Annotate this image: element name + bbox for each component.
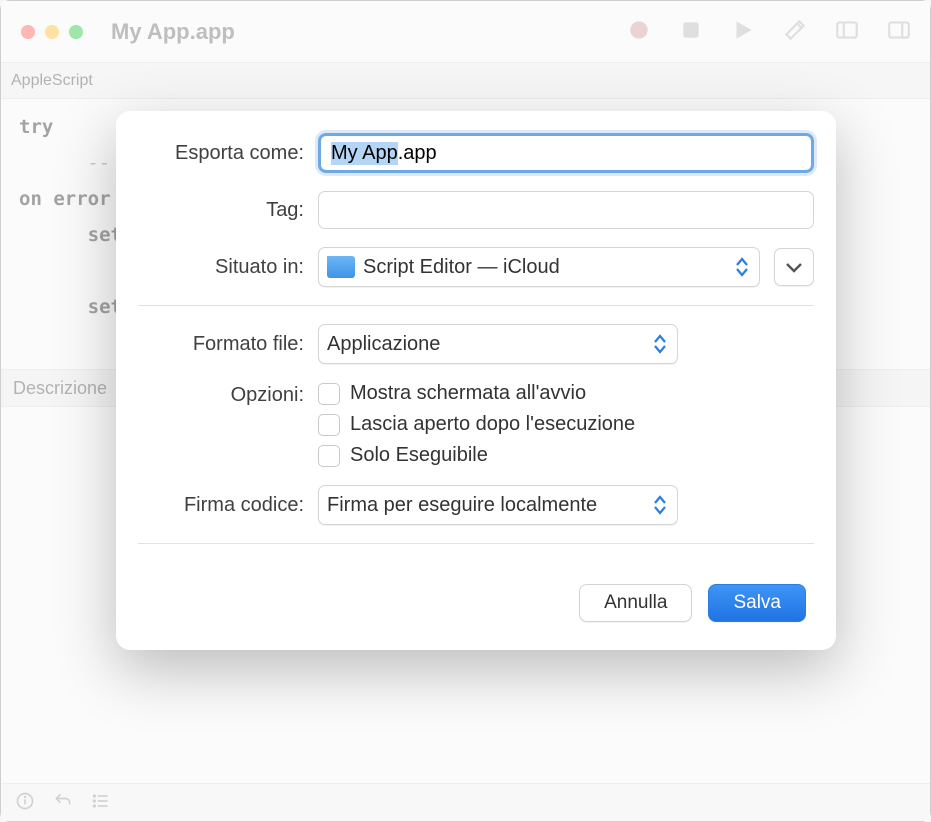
code-keyword: on error (19, 188, 111, 210)
location-label: Situato in: (138, 256, 318, 279)
run-icon[interactable] (730, 17, 756, 46)
location-popup[interactable]: Script Editor — iCloud (318, 247, 760, 287)
updown-icon (649, 334, 671, 354)
codesign-value: Firma per eseguire localmente (327, 494, 597, 517)
stay-open-label: Lascia aperto dopo l'esecuzione (350, 413, 635, 436)
folder-icon (327, 256, 355, 278)
sidebar-left-icon[interactable] (834, 17, 860, 46)
hammer-icon[interactable] (782, 17, 808, 46)
export-as-label: Esporta come: (138, 142, 318, 165)
cancel-button-label: Annulla (604, 592, 667, 614)
options-label: Opzioni: (138, 382, 318, 407)
window-title: My App.app (111, 19, 235, 45)
save-button[interactable]: Salva (708, 584, 806, 622)
save-button-label: Salva (733, 592, 781, 614)
file-format-value: Applicazione (327, 333, 440, 356)
zoom-window-button[interactable] (69, 25, 83, 39)
show-startup-label: Mostra schermata all'avvio (350, 382, 586, 405)
file-format-popup[interactable]: Applicazione (318, 324, 678, 364)
close-window-button[interactable] (21, 25, 35, 39)
info-icon[interactable] (15, 791, 35, 814)
code-keyword: try (19, 116, 53, 138)
run-only-checkbox[interactable] (318, 445, 340, 467)
codesign-label: Firma codice: (138, 494, 318, 517)
tag-input[interactable] (318, 191, 814, 229)
description-label: Descrizione (13, 378, 107, 399)
stay-open-checkbox[interactable] (318, 414, 340, 436)
traffic-lights (21, 25, 83, 39)
codesign-popup[interactable]: Firma per eseguire localmente (318, 485, 678, 525)
list-icon[interactable] (91, 791, 111, 814)
updown-icon (731, 257, 753, 277)
path-segment[interactable]: AppleScript (11, 72, 93, 90)
stop-icon[interactable] (678, 17, 704, 46)
expand-location-button[interactable] (774, 248, 814, 286)
reply-icon[interactable] (53, 791, 73, 814)
sidebar-right-icon[interactable] (886, 17, 912, 46)
divider (138, 305, 814, 306)
window-titlebar: My App.app (1, 1, 930, 63)
show-startup-checkbox[interactable] (318, 383, 340, 405)
updown-icon (649, 495, 671, 515)
minimize-window-button[interactable] (45, 25, 59, 39)
record-icon[interactable] (626, 17, 652, 46)
run-only-label: Solo Eseguibile (350, 444, 488, 467)
export-dialog: Esporta come: Tag: Situato in: Script Ed… (116, 111, 836, 650)
file-format-label: Formato file: (138, 333, 318, 356)
divider (138, 543, 814, 544)
export-filename-input[interactable] (318, 133, 814, 173)
status-bar (1, 783, 930, 821)
cancel-button[interactable]: Annulla (579, 584, 692, 622)
tag-label: Tag: (138, 199, 318, 222)
path-bar: AppleScript (1, 63, 930, 99)
location-value: Script Editor — iCloud (363, 256, 560, 279)
